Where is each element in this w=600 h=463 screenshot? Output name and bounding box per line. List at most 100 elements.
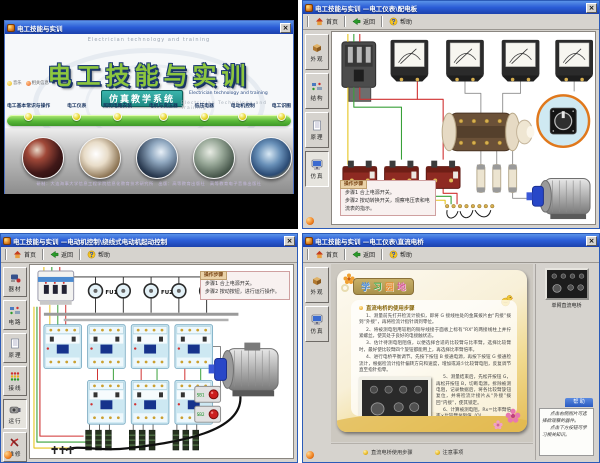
sidebar-button-simulation[interactable]: 仿真 [305,306,329,342]
close-button[interactable]: × [280,23,291,33]
fuse-label-fu2: FU2 [161,290,173,296]
analog-meter[interactable] [446,40,484,82]
help-note-line: 点击右侧图片可选择欲观察的器件。 [542,412,591,426]
monitor-icon [310,314,324,325]
document-icon [310,120,324,131]
home-label: 首页 [326,250,338,259]
rotary-switch[interactable] [442,113,534,151]
back-button[interactable]: 返回 [349,249,378,260]
orb-icon [24,112,33,121]
home-button[interactable]: 首页 [312,249,341,260]
toolbar-separator [42,249,44,260]
back-label: 返回 [363,17,375,26]
step-paragraph: 1、测量前先打开检流计锁扣，即将 G 接线柱处的金属拨片由“内接”拨到“外接”，… [359,314,511,327]
help-button[interactable]: 帮助 [386,249,415,260]
close-button[interactable]: × [284,236,295,246]
help-tab[interactable]: 帮 助 [565,398,593,407]
sidebar-button-appearance[interactable]: 外观 [305,34,329,70]
bullet-icon [363,450,368,455]
titlebar[interactable]: 电工技能与实训 —电动机控制\绕线式电动机起动控制 × [1,234,297,247]
step-paragraph: 4、进行电桥平衡调节。先按下按钮 B 接通电源，再按下按钮 G 接通检流计，根据… [359,355,511,374]
step-paragraph: 3、估计待测电阻阻值，以便选择合适的比较臂与比率臂。选择比较臂时，最好使比较臂四… [359,341,511,354]
help-button[interactable]: 帮助 [84,249,113,260]
analog-meter[interactable] [555,40,593,82]
home-button[interactable]: 首页 [10,249,39,260]
orb-icon [72,112,81,121]
menu-item-instruments[interactable]: 电工仪表 [67,102,86,121]
fuse-row[interactable]: FU1 FU2 [89,284,214,298]
analog-meter[interactable] [391,40,429,82]
help-button[interactable]: 帮助 [386,16,415,27]
toolbar-separator [381,249,383,260]
toolbar: 首页 返回 帮助 [303,247,599,263]
sidebar-button-principle[interactable]: 原理 [3,333,27,363]
music-ball-icon[interactable] [306,217,314,225]
contactor[interactable] [131,380,169,424]
menu-item-diagram-reading[interactable]: 电工识图 [272,102,291,121]
sidebar-button-principle[interactable]: 原理 [305,112,329,148]
window-title: 电工技能与实训 [17,23,278,33]
sidebar-button-circuit[interactable]: 电路 [3,300,27,330]
bridge-thumbnail-button[interactable] [545,268,589,300]
sidebar-button-run[interactable]: 运行 [3,399,27,429]
toolbar-separator [307,249,309,260]
sidebar-button-equipment[interactable]: 器材 [3,267,27,297]
learning-card: 学 习 园 地 直流电桥的使用步骤 1、测量前先打开检流计锁扣，即将 G 接线柱… [337,270,527,432]
contactor[interactable] [175,325,213,369]
pliers-icon [8,437,22,448]
sidebar-button-structure[interactable]: 结构 [305,73,329,109]
quadrant-motor-sim: 电工技能与实训 —电动机控制\绕线式电动机起动控制 × 首页 返回 帮助 器材 [0,233,298,463]
analog-meter[interactable] [502,40,540,82]
titlebar[interactable]: 电工技能与实训 —电工仪表\配电板 × [303,1,599,14]
toolbar-separator [307,16,309,27]
menu-item-basics[interactable]: 电工基本常识与操作 [7,102,50,121]
menu-item-lighting[interactable]: 照明电路安装 [103,102,132,121]
splash-body: Electrician technology and training 音乐 相… [5,34,293,194]
topic-link-bar: 直流电桥使用步骤 注意事项 [331,443,533,460]
orb-icon [113,112,122,121]
fuse[interactable] [477,165,517,193]
circuit-breaker[interactable] [342,42,376,101]
circuit-breaker[interactable] [38,271,74,305]
help-note-line: 点击下方按钮可学习相关知识。 [542,426,591,440]
contactor[interactable] [88,380,126,424]
titlebar[interactable]: 电工技能与实训 —电工仪表\直流电桥 × [303,234,599,247]
menu-item-low-voltage[interactable]: 低压电器 [195,102,214,121]
link-precautions[interactable]: 注意事项 [435,449,464,456]
music-ball-icon[interactable] [4,451,12,459]
close-button[interactable]: × [586,3,597,13]
sidebar-button-simulation[interactable]: 仿真 [305,151,329,187]
window-title: 电工技能与实训 —电工仪表\配电板 [315,3,584,13]
contactor[interactable] [88,325,126,369]
home-label: 首页 [24,250,36,259]
document-icon [8,338,22,349]
back-button[interactable]: 返回 [349,16,378,27]
menu-item-motor-control[interactable]: 电动机控制 [231,102,255,121]
contactor[interactable] [44,325,82,369]
sidebar: 器材 电路 原理 接线 运行 维修 [1,264,29,462]
link-label: 直流电桥使用步骤 [371,449,413,456]
contactor[interactable] [131,325,169,369]
heading-ring-icon [341,284,349,292]
close-button[interactable]: × [586,236,597,246]
menu-item-motors-transformers[interactable]: 电机与变压器 [149,102,178,121]
steps-title: 操作步骤 [340,180,367,189]
content-panel: 直流电桥的使用步骤 1、测量前先打开检流计锁扣，即将 G 接线柱处的金属拨片由“… [351,300,517,416]
button-label-sb1: SB1 [197,392,205,397]
device-picker-panel: 单臂直流电桥 帮 助 点击右侧图片可选择欲观察的器件。 点击下方按钮可学习相关知… [535,264,597,460]
button-label-sb2: SB2 [197,412,205,417]
music-ball-icon[interactable] [306,451,314,459]
home-button[interactable]: 首页 [312,16,341,27]
link-usage-steps[interactable]: 直流电桥使用步骤 [363,449,413,456]
motor[interactable] [527,178,591,219]
operation-steps-box: 操作步骤 步骤1 合上电源开关。 步骤2 按动按钮，进行运行操作。 [200,271,290,300]
back-button[interactable]: 返回 [47,249,76,260]
main-title: 电工技能与实训 [5,56,293,91]
sidebar-button-wiring[interactable]: 接线 [3,366,27,396]
titlebar[interactable]: 电工技能与实训 × [5,21,293,34]
sidebar-button-appearance[interactable]: 外观 [305,267,329,303]
orb-icon [159,112,168,121]
subtitle-english: Electrician technology and training [189,91,268,96]
terminal-strip[interactable] [445,204,494,218]
photo-device [136,137,178,179]
